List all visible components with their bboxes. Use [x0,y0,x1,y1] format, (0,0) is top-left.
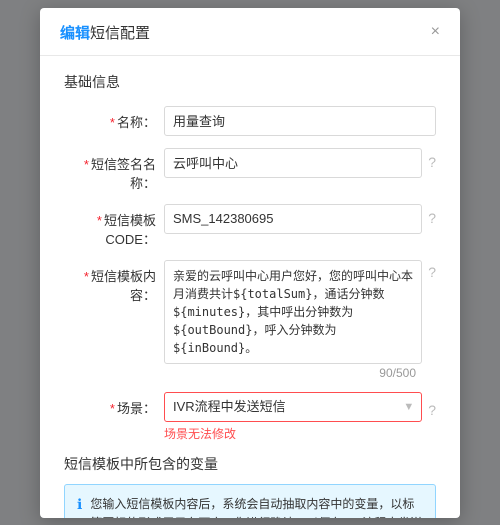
label-sms-sign: *短信签名名称： [64,148,164,192]
required-mark: * [110,401,115,416]
section-basic-title: 基础信息 [64,72,436,92]
modal-title: 编辑短信配置 [60,22,150,43]
modal-container: 编辑短信配置 × 基础信息 *名称： *短信签名名称： [40,8,460,518]
required-mark: * [84,157,89,172]
control-sms-sign: ? [164,148,436,178]
label-name: *名称： [64,106,164,131]
info-icon-sign: ? [428,154,436,170]
required-mark: * [110,115,115,130]
info-icon-scene: ? [428,402,436,418]
variables-section-title: 短信模板中所包含的变量 [64,454,436,474]
field-scene: *场景： IVR流程中发送短信 ▼ ? 场景无法修改 [64,392,436,442]
required-mark: * [97,213,102,228]
control-sms-content: 亲爱的云呼叫中心用户您好，您的呼叫中心本月消费共计${totalSum}，通话分… [164,260,436,380]
field-sms-sign: *短信签名名称： ? [64,148,436,192]
info-icon-code: ? [428,210,436,226]
title-edit: 编辑 [60,25,90,42]
input-name[interactable] [164,106,436,136]
control-name [164,106,436,136]
info-icon-content: ? [428,264,436,280]
field-name: *名称： [64,106,436,136]
field-sms-content: *短信模板内容： 亲爱的云呼叫中心用户您好，您的呼叫中心本月消费共计${tota… [64,260,436,380]
label-sms-content: *短信模板内容： [64,260,164,304]
control-scene: IVR流程中发送短信 ▼ ? 场景无法修改 [164,392,436,442]
input-sms-sign[interactable] [164,148,422,178]
select-scene-wrapper: IVR流程中发送短信 ▼ [164,392,422,422]
variables-info-box: ℹ 您输入短信模板内容后，系统会自动抽取内容中的变量，以标签图标的形式展示在下方… [64,484,436,518]
scene-error-text: 场景无法修改 [164,425,236,442]
select-scene[interactable]: IVR流程中发送短信 [164,392,422,422]
control-sms-code: ? [164,204,436,234]
modal-header: 编辑短信配置 × [40,8,460,56]
input-sms-code[interactable] [164,204,422,234]
modal-body: 基础信息 *名称： *短信签名名称： ? [40,56,460,518]
modal-backdrop: 编辑短信配置 × 基础信息 *名称： *短信签名名称： [0,0,500,525]
title-main: 短信配置 [90,25,150,42]
required-mark: * [84,269,89,284]
textarea-count: 90/500 [164,366,416,380]
info-circle-icon: ℹ [77,496,82,513]
label-scene: *场景： [64,392,164,417]
variables-section: 短信模板中所包含的变量 ℹ 您输入短信模板内容后，系统会自动抽取内容中的变量，以… [64,454,436,518]
textarea-sms-content[interactable]: 亲爱的云呼叫中心用户您好，您的呼叫中心本月消费共计${totalSum}，通话分… [164,260,422,364]
close-button[interactable]: × [431,24,440,40]
label-sms-code: *短信模板CODE： [64,204,164,248]
variables-info-text: 您输入短信模板内容后，系统会自动抽取内容中的变量，以标签图标的形式展示在下方，您… [90,495,423,518]
field-sms-code: *短信模板CODE： ? [64,204,436,248]
